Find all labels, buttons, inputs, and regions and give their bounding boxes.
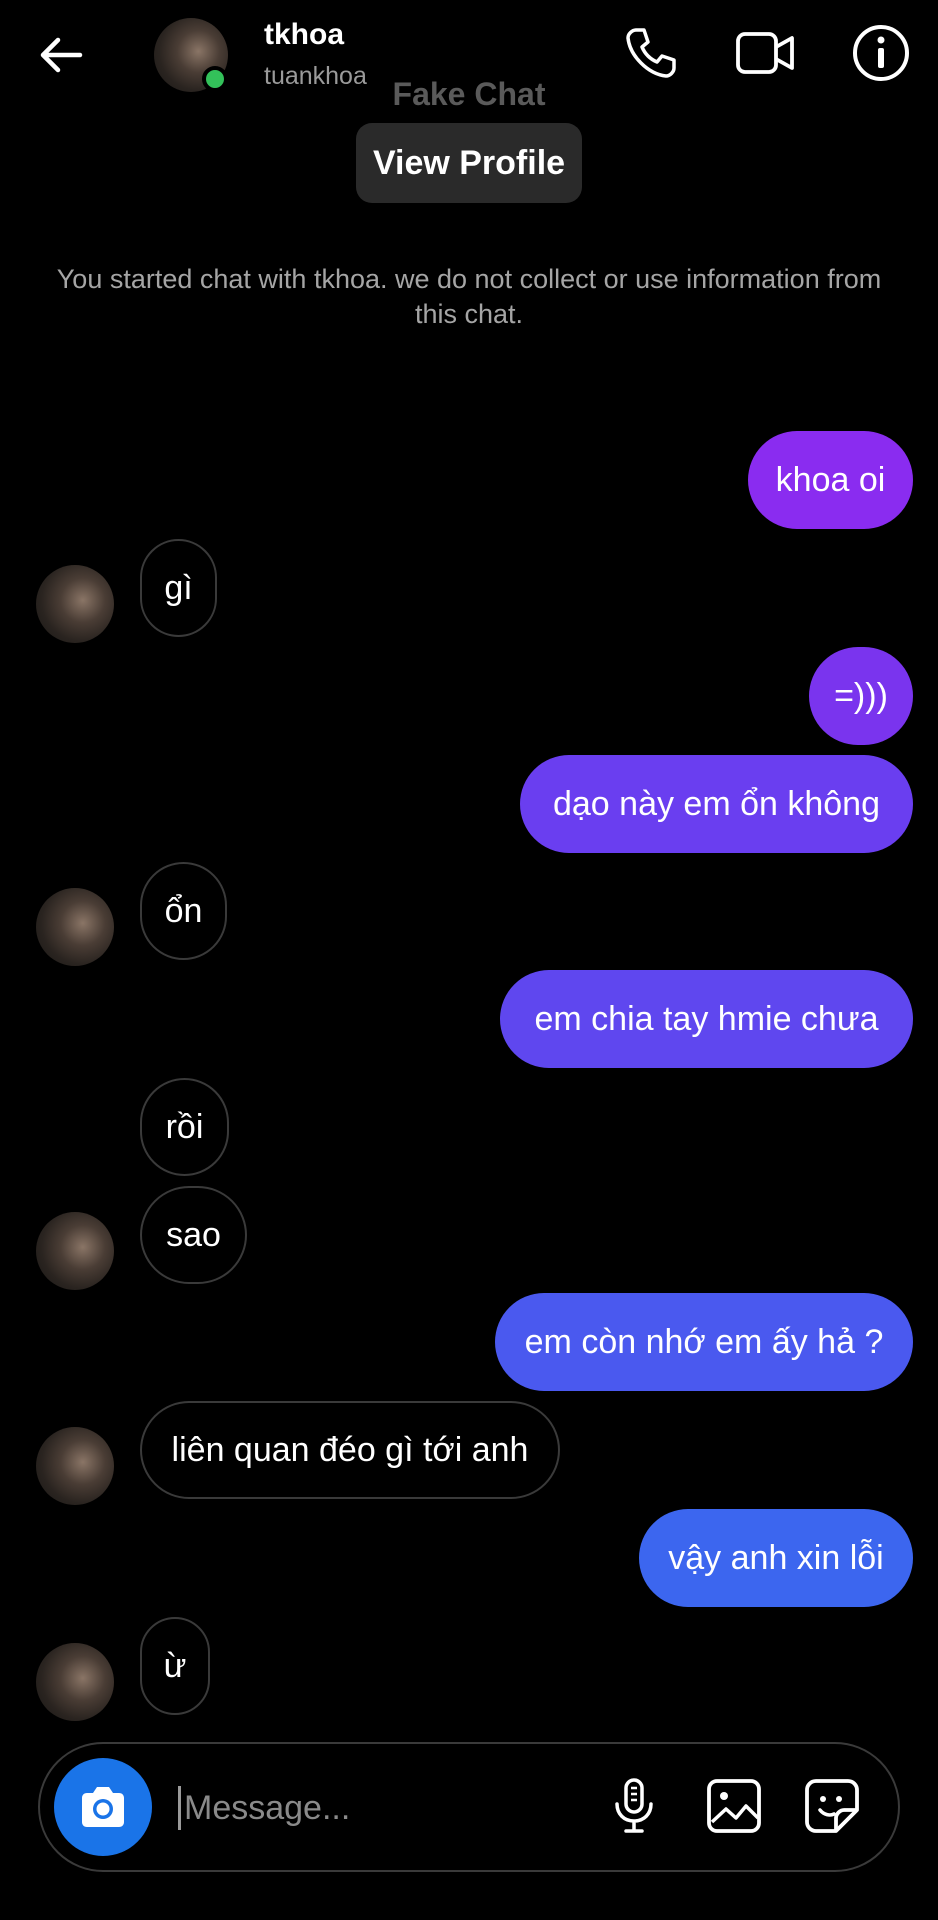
contact-avatar-small[interactable] — [36, 1643, 114, 1721]
contact-name[interactable]: tkhoa — [264, 18, 344, 52]
camera-button[interactable] — [54, 1758, 152, 1856]
message-bubble-incoming[interactable]: sao — [140, 1186, 247, 1284]
back-arrow-icon[interactable] — [36, 30, 86, 80]
message-bubble-outgoing[interactable]: em chia tay hmie chưa — [500, 970, 913, 1068]
contact-avatar-small[interactable] — [36, 565, 114, 643]
message-input[interactable] — [184, 1786, 584, 1830]
fake-chat-watermark: Fake Chat — [392, 76, 546, 112]
message-bubble-outgoing[interactable]: dạo này em ổn không — [520, 755, 913, 853]
contact-avatar-small[interactable] — [36, 1212, 114, 1290]
sticker-icon[interactable] — [802, 1776, 862, 1836]
phone-icon[interactable] — [620, 22, 682, 84]
info-icon[interactable] — [850, 22, 912, 84]
message-bubble-incoming[interactable]: rồi — [140, 1078, 229, 1176]
chat-notice: You started chat with tkhoa. we do not c… — [56, 264, 882, 329]
message-bubble-outgoing[interactable]: vậy anh xin lỗi — [639, 1509, 913, 1607]
gallery-icon[interactable] — [704, 1776, 764, 1836]
camera-icon — [82, 1787, 124, 1827]
text-cursor — [178, 1786, 181, 1830]
contact-avatar-small[interactable] — [36, 888, 114, 966]
video-camera-icon[interactable] — [734, 22, 796, 84]
view-profile-button[interactable]: View Profile — [356, 123, 582, 203]
message-bubble-outgoing[interactable]: em còn nhớ em ấy hả ? — [495, 1293, 913, 1391]
message-bubble-outgoing[interactable]: khoa oi — [748, 431, 913, 529]
contact-avatar-small[interactable] — [36, 1427, 114, 1505]
microphone-icon[interactable] — [604, 1776, 664, 1836]
message-bubble-incoming[interactable]: gì — [140, 539, 217, 637]
message-bubble-incoming[interactable]: liên quan đéo gì tới anh — [140, 1401, 560, 1499]
message-bubble-outgoing[interactable]: =))) — [809, 647, 913, 745]
message-bubble-incoming[interactable]: ừ — [140, 1617, 210, 1715]
message-bubble-incoming[interactable]: ổn — [140, 862, 227, 960]
